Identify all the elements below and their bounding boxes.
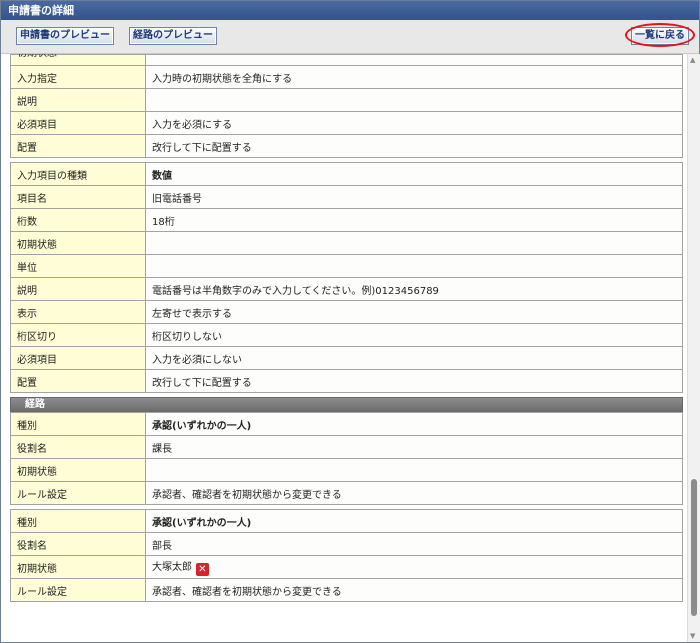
table-row: 初期状態 大塚太郎 ✕ <box>10 555 683 579</box>
table-row: ルール設定 承認者、確認者を初期状態から変更できる <box>10 578 683 602</box>
table-row: 種別 承認(いずれかの一人) <box>10 509 683 533</box>
table-row: 項目名 旧電話番号 <box>10 185 683 209</box>
row-label: 初期状態 <box>10 458 146 482</box>
row-value: 18桁 <box>145 208 683 232</box>
row-label: 必須項目 <box>10 111 146 135</box>
row-label: 配置 <box>10 134 146 158</box>
table-row: 必須項目 入力を必須にしない <box>10 346 683 370</box>
table-row: 初期状態 <box>10 54 683 66</box>
row-label: 桁区切り <box>10 323 146 347</box>
row-value: 数値 <box>145 162 683 186</box>
route-section-header: 経路 <box>10 397 683 412</box>
row-value <box>145 458 683 482</box>
row-value: 桁区切りしない <box>145 323 683 347</box>
route-step-table: 種別 承認(いずれかの一人) 役割名 課長 初期状態 ルール設定 承認者、確認者… <box>10 412 683 505</box>
scroll-down-icon[interactable]: ▼ <box>690 632 695 640</box>
table-row: 役割名 課長 <box>10 435 683 459</box>
table-row: 説明 <box>10 88 683 112</box>
row-label: 入力指定 <box>10 65 146 89</box>
preview-form-button[interactable]: 申請書のプレビュー <box>16 27 114 45</box>
row-label: 役割名 <box>10 532 146 556</box>
row-value: 旧電話番号 <box>145 185 683 209</box>
back-to-list-button[interactable]: 一覧に戻る <box>631 27 689 45</box>
table-row: 桁数 18桁 <box>10 208 683 232</box>
row-value: 承認者、確認者を初期状態から変更できる <box>145 481 683 505</box>
table-row: 単位 <box>10 254 683 278</box>
title-bar: 申請書の詳細 <box>1 1 699 20</box>
assignee-name: 大塚太郎 <box>152 562 192 573</box>
table-row: 必須項目 入力を必須にする <box>10 111 683 135</box>
row-label: 表示 <box>10 300 146 324</box>
scroll-up-icon[interactable]: ▲ <box>690 56 695 64</box>
preview-route-button[interactable]: 経路のプレビュー <box>129 27 217 45</box>
row-value: 入力時の初期状態を全角にする <box>145 65 683 89</box>
row-label: 初期状態 <box>17 54 139 65</box>
row-label: 桁数 <box>10 208 146 232</box>
row-label: 説明 <box>10 277 146 301</box>
row-value: 入力を必須にしない <box>145 346 683 370</box>
table-row: 入力項目の種類 数値 <box>10 162 683 186</box>
row-label: 役割名 <box>10 435 146 459</box>
row-label: 入力項目の種類 <box>10 162 146 186</box>
table-row: 配置 改行して下に配置する <box>10 134 683 158</box>
row-value-with-action: 大塚太郎 ✕ <box>145 555 683 579</box>
row-value: 承認者、確認者を初期状態から変更できる <box>145 578 683 602</box>
row-value: 承認(いずれかの一人) <box>145 509 683 533</box>
row-label: 必須項目 <box>10 346 146 370</box>
table-row: 初期状態 <box>10 231 683 255</box>
table-row: 表示 左寄せで表示する <box>10 300 683 324</box>
row-label: 初期状態 <box>10 231 146 255</box>
toolbar: 申請書のプレビュー 経路のプレビュー 一覧に戻る <box>1 20 699 54</box>
row-value: 入力を必須にする <box>145 111 683 135</box>
field-table-number: 入力項目の種類 数値 項目名 旧電話番号 桁数 18桁 初期状態 単位 説明 電… <box>10 162 683 393</box>
row-value: 改行して下に配置する <box>145 134 683 158</box>
row-label: ルール設定 <box>10 578 146 602</box>
table-row: ルール設定 承認者、確認者を初期状態から変更できる <box>10 481 683 505</box>
table-row: 入力指定 入力時の初期状態を全角にする <box>10 65 683 89</box>
field-table-text: 初期状態 入力指定 入力時の初期状態を全角にする 説明 必須項目 入力を必須にす… <box>10 54 683 158</box>
table-row: 配置 改行して下に配置する <box>10 369 683 393</box>
row-label: 配置 <box>10 369 146 393</box>
row-value: 承認(いずれかの一人) <box>145 412 683 436</box>
table-row: 初期状態 <box>10 458 683 482</box>
row-label: ルール設定 <box>10 481 146 505</box>
window-title: 申請書の詳細 <box>8 4 74 17</box>
row-value: 部長 <box>145 532 683 556</box>
row-value <box>145 88 683 112</box>
row-value <box>145 254 683 278</box>
row-label: 種別 <box>10 412 146 436</box>
route-step-table: 種別 承認(いずれかの一人) 役割名 部長 初期状態 大塚太郎 ✕ ルール設定 承… <box>10 509 683 602</box>
table-row: 桁区切り 桁区切りしない <box>10 323 683 347</box>
row-label: 項目名 <box>10 185 146 209</box>
row-label: 説明 <box>10 88 146 112</box>
table-row: 役割名 部長 <box>10 532 683 556</box>
row-value: 電話番号は半角数字のみで入力してください。例)0123456789 <box>145 277 683 301</box>
table-row: 種別 承認(いずれかの一人) <box>10 412 683 436</box>
vertical-scrollbar[interactable]: ▲ ▼ <box>687 54 700 642</box>
row-label: 初期状態 <box>10 555 146 579</box>
table-row: 説明 電話番号は半角数字のみで入力してください。例)0123456789 <box>10 277 683 301</box>
close-icon[interactable]: ✕ <box>196 563 209 576</box>
detail-window: 申請書の詳細 申請書のプレビュー 経路のプレビュー 一覧に戻る 初期状態 入力指… <box>0 0 700 643</box>
detail-scroll-area: 初期状態 入力指定 入力時の初期状態を全角にする 説明 必須項目 入力を必須にす… <box>1 54 687 642</box>
row-value: 改行して下に配置する <box>145 369 683 393</box>
scrollbar-thumb[interactable] <box>691 479 697 616</box>
row-value: 左寄せで表示する <box>145 300 683 324</box>
row-label: 単位 <box>10 254 146 278</box>
row-label: 種別 <box>10 509 146 533</box>
row-value: 課長 <box>145 435 683 459</box>
row-value <box>145 231 683 255</box>
